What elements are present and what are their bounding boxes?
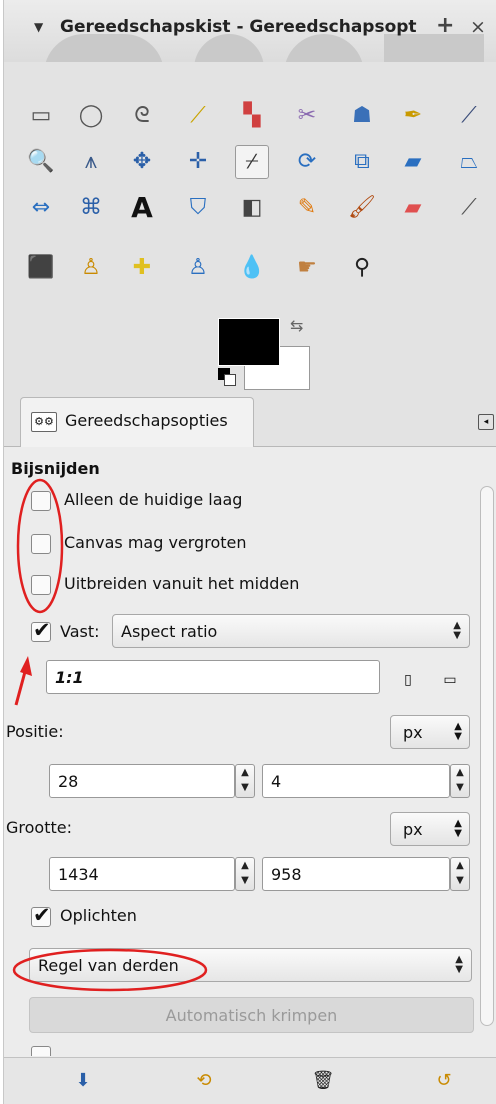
position-label: Positie:: [6, 722, 64, 741]
size-label: Grootte:: [6, 818, 72, 837]
fixed-mode-select[interactable]: Aspect ratio ▲ ▼: [112, 614, 470, 648]
current-layer-only-label: Alleen de huidige laag: [64, 490, 243, 509]
size-height-spinner[interactable]: ▲ ▼: [450, 857, 470, 891]
toolbox-panel: ▼ Gereedschapskist - Gereedschapsopt + ×…: [3, 0, 496, 1104]
size-unit-select[interactable]: px ▲ ▼: [390, 812, 470, 846]
highlight-checkbox[interactable]: [31, 903, 51, 927]
aspect-ratio-input[interactable]: 1:1: [46, 660, 380, 694]
delete-options-icon[interactable]: 🗑: [310, 1068, 336, 1094]
expand-from-center-label: Uitbreiden vanuit het midden: [64, 574, 300, 593]
section-title: Bijsnijden: [11, 459, 100, 478]
swap-colors-icon[interactable]: ⇆: [290, 316, 303, 335]
fixed-checkbox[interactable]: [31, 618, 51, 642]
foreground-color-swatch[interactable]: [218, 318, 280, 366]
heal-icon[interactable]: ✚: [125, 251, 159, 285]
auto-shrink-label: Automatisch krimpen: [165, 1006, 338, 1025]
partially-hidden-checkbox[interactable]: [31, 1046, 51, 1056]
perspective-clone-icon[interactable]: ♙: [181, 251, 215, 285]
select-by-color-icon[interactable]: ▚: [235, 99, 269, 133]
dock-menu-arrow-icon[interactable]: ▼: [34, 20, 43, 34]
position-unit-select[interactable]: px ▲ ▼: [390, 715, 470, 749]
position-x-input[interactable]: 28: [49, 764, 235, 798]
pencil-icon[interactable]: ✎: [290, 191, 324, 225]
size-width-input[interactable]: 1434: [49, 857, 235, 891]
guides-select[interactable]: Regel van derden ▲ ▼: [29, 948, 472, 982]
size-width-spinner[interactable]: ▲ ▼: [235, 857, 255, 891]
unit-arrows-icon: ▲ ▼: [454, 721, 462, 742]
cage-transform-icon[interactable]: ⌘: [74, 191, 108, 225]
blend-icon[interactable]: ◧: [235, 191, 269, 225]
clone-icon[interactable]: ♙: [74, 251, 108, 285]
measure-icon[interactable]: ⩚: [74, 145, 108, 179]
dock-title: Gereedschapskist - Gereedschapsopt: [60, 17, 417, 37]
crop-icon[interactable]: ⌿: [235, 145, 269, 179]
paintbrush-icon[interactable]: 🖌: [345, 191, 379, 225]
tool-options-icon: ⚙⚙: [31, 412, 57, 432]
guides-value: Regel van derden: [38, 956, 179, 975]
color-picker-icon[interactable]: ⟋: [452, 99, 486, 133]
size-height-value: 958: [271, 865, 302, 884]
blur-sharpen-icon[interactable]: 💧: [235, 251, 269, 285]
position-x-spinner[interactable]: ▲ ▼: [235, 764, 255, 798]
tab-tool-options[interactable]: ⚙⚙ Gereedschapsopties: [20, 397, 254, 447]
size-width-value: 1434: [58, 865, 99, 884]
foreground-select-icon[interactable]: ☗: [345, 99, 379, 133]
aspect-ratio-value: 1:1: [55, 668, 84, 687]
paths-icon[interactable]: ✒: [396, 99, 430, 133]
position-unit-value: px: [403, 723, 423, 742]
position-x-value: 28: [58, 772, 79, 791]
move-icon[interactable]: ✥: [125, 145, 159, 179]
save-options-icon[interactable]: ⬇: [70, 1068, 96, 1094]
current-layer-only-checkbox[interactable]: [31, 491, 51, 511]
fuzzy-select-icon[interactable]: ⟋: [181, 99, 215, 133]
tab-menu-icon[interactable]: ◂: [478, 414, 494, 430]
dock-title-bar: ▼ Gereedschapskist - Gereedschapsopt + ×: [4, 0, 496, 62]
default-colors-icon[interactable]: [218, 368, 238, 388]
tab-label: Gereedschapsopties: [65, 411, 228, 430]
rotate-icon[interactable]: ⟳: [290, 145, 324, 179]
size-unit-value: px: [403, 820, 423, 839]
position-y-value: 4: [271, 772, 282, 791]
highlight-label: Oplichten: [60, 906, 137, 925]
rect-select-icon[interactable]: ▭: [24, 99, 58, 133]
scissors-select-icon[interactable]: ✂: [290, 99, 324, 133]
dodge-burn-icon[interactable]: ⚲: [345, 251, 379, 285]
fixed-label: Vast:: [60, 622, 100, 641]
perspective-icon[interactable]: ⏢: [452, 145, 486, 179]
align-icon[interactable]: ✛: [181, 145, 215, 179]
ink-icon[interactable]: ⬛: [24, 251, 58, 285]
bucket-fill-icon[interactable]: ⛉: [181, 191, 215, 225]
add-tab-button[interactable]: +: [436, 13, 454, 38]
unit-arrows-icon: ▲ ▼: [454, 818, 462, 839]
free-select-icon[interactable]: ᘓ: [125, 99, 159, 133]
close-dock-button[interactable]: ×: [470, 16, 486, 38]
position-y-spinner[interactable]: ▲ ▼: [450, 764, 470, 798]
auto-shrink-button[interactable]: Automatisch krimpen: [29, 997, 474, 1033]
combo-arrows-icon: ▲ ▼: [455, 954, 463, 975]
scale-icon[interactable]: ⧉: [345, 145, 379, 179]
allow-growing-checkbox[interactable]: [31, 534, 51, 554]
shear-icon[interactable]: ▰: [396, 145, 430, 179]
ellipse-select-icon[interactable]: ◯: [74, 99, 108, 133]
combo-arrows-icon: ▲ ▼: [453, 620, 461, 641]
text-icon[interactable]: A: [125, 191, 159, 225]
flip-icon[interactable]: ⇔: [24, 191, 58, 225]
airbrush-icon[interactable]: ⟋: [452, 191, 486, 225]
reset-options-icon[interactable]: ↺: [431, 1068, 457, 1094]
fixed-mode-value: Aspect ratio: [121, 622, 218, 641]
eraser-icon[interactable]: ▰: [396, 191, 430, 225]
zoom-icon[interactable]: 🔍: [24, 145, 58, 179]
options-scrollbar[interactable]: [480, 486, 494, 1026]
position-y-input[interactable]: 4: [262, 764, 450, 798]
portrait-icon[interactable]: ▯: [395, 670, 421, 692]
smudge-icon[interactable]: ☛: [290, 251, 324, 285]
size-height-input[interactable]: 958: [262, 857, 450, 891]
expand-from-center-checkbox[interactable]: [31, 575, 51, 595]
restore-options-icon[interactable]: ⟲: [191, 1068, 217, 1094]
title-decoration: [44, 34, 484, 62]
allow-growing-label: Canvas mag vergroten: [64, 533, 247, 552]
landscape-icon[interactable]: ▭: [437, 670, 463, 692]
